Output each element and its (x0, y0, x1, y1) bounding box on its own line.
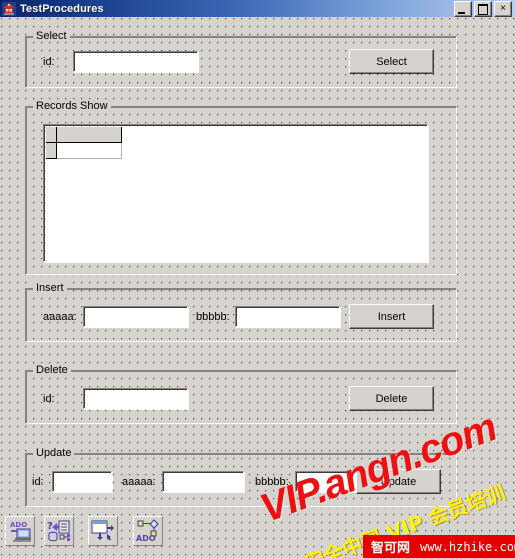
db-grid-indicator-header (46, 127, 57, 143)
app-house-icon (2, 1, 16, 16)
insert-bbbbb-label: bbbbb: (196, 311, 230, 323)
select-id-label: id: (43, 56, 55, 68)
group-insert-caption: Insert (33, 282, 67, 294)
group-update-caption: Update (33, 447, 75, 459)
update-id-input[interactable] (52, 471, 112, 492)
group-insert: Insert aaaaa: bbbbb: Insert (25, 282, 457, 342)
update-bbbbb-label: bbbbb: (255, 476, 289, 488)
db-grid-header-row (46, 127, 122, 143)
svg-text:?: ? (47, 521, 53, 532)
close-icon: × (500, 2, 506, 14)
footer-url: www.hzhike.com (420, 539, 515, 554)
minimize-button[interactable] (454, 0, 472, 17)
select-button[interactable]: Select (349, 49, 434, 74)
group-records-show: Records Show (25, 100, 457, 275)
group-update: Update id: aaaaa: bbbbb: Update (25, 447, 457, 507)
insert-aaaaa-input[interactable] (83, 306, 188, 327)
form-client-area: Select id: Select Records Show Insert aa… (0, 17, 515, 558)
delete-id-input[interactable] (83, 388, 188, 409)
data-source-icon[interactable] (88, 516, 118, 546)
db-grid-row-indicator (46, 143, 57, 159)
group-select-caption: Select (33, 30, 70, 42)
window-controls: × (454, 0, 512, 17)
db-grid-data-row[interactable] (46, 143, 122, 159)
svg-text:ADO: ADO (136, 534, 156, 543)
db-grid-inner (46, 127, 425, 259)
delete-button[interactable]: Delete (349, 386, 434, 411)
maximize-icon (478, 3, 488, 15)
title-bar[interactable]: TestProcedures × (0, 0, 515, 18)
update-aaaaa-label: aaaaa: (122, 476, 156, 488)
ado-connection-icon[interactable]: ADO (5, 516, 35, 546)
footer-site-name: 智可网 (371, 541, 411, 556)
update-button[interactable]: Update (356, 469, 441, 494)
minimize-icon (458, 11, 465, 14)
group-select: Select id: Select (25, 30, 457, 88)
window-title: TestProcedures (20, 2, 104, 15)
close-button[interactable]: × (494, 0, 512, 17)
group-delete-caption: Delete (33, 364, 71, 376)
ado-query-icon[interactable]: ? (44, 516, 74, 546)
db-grid-column-header[interactable] (57, 127, 122, 143)
ado-stored-proc-icon[interactable]: ADO (133, 516, 163, 546)
group-records-caption: Records Show (33, 100, 111, 112)
records-db-grid[interactable] (43, 124, 428, 262)
footer-branding-bar: 智可网 www.hzhike.com (363, 535, 515, 558)
application-window: TestProcedures × Select id: Select Recor… (0, 0, 515, 558)
insert-button[interactable]: Insert (349, 304, 434, 329)
svg-text:ADO: ADO (10, 521, 27, 529)
delete-id-label: id: (43, 393, 55, 405)
insert-bbbbb-input[interactable] (235, 306, 340, 327)
update-id-label: id: (32, 476, 44, 488)
group-delete: Delete id: Delete (25, 364, 457, 424)
maximize-button[interactable] (474, 0, 492, 17)
db-grid-cell[interactable] (57, 143, 122, 159)
select-id-input[interactable] (73, 51, 198, 72)
update-aaaaa-input[interactable] (162, 471, 244, 492)
insert-aaaaa-label: aaaaa: (43, 311, 77, 323)
